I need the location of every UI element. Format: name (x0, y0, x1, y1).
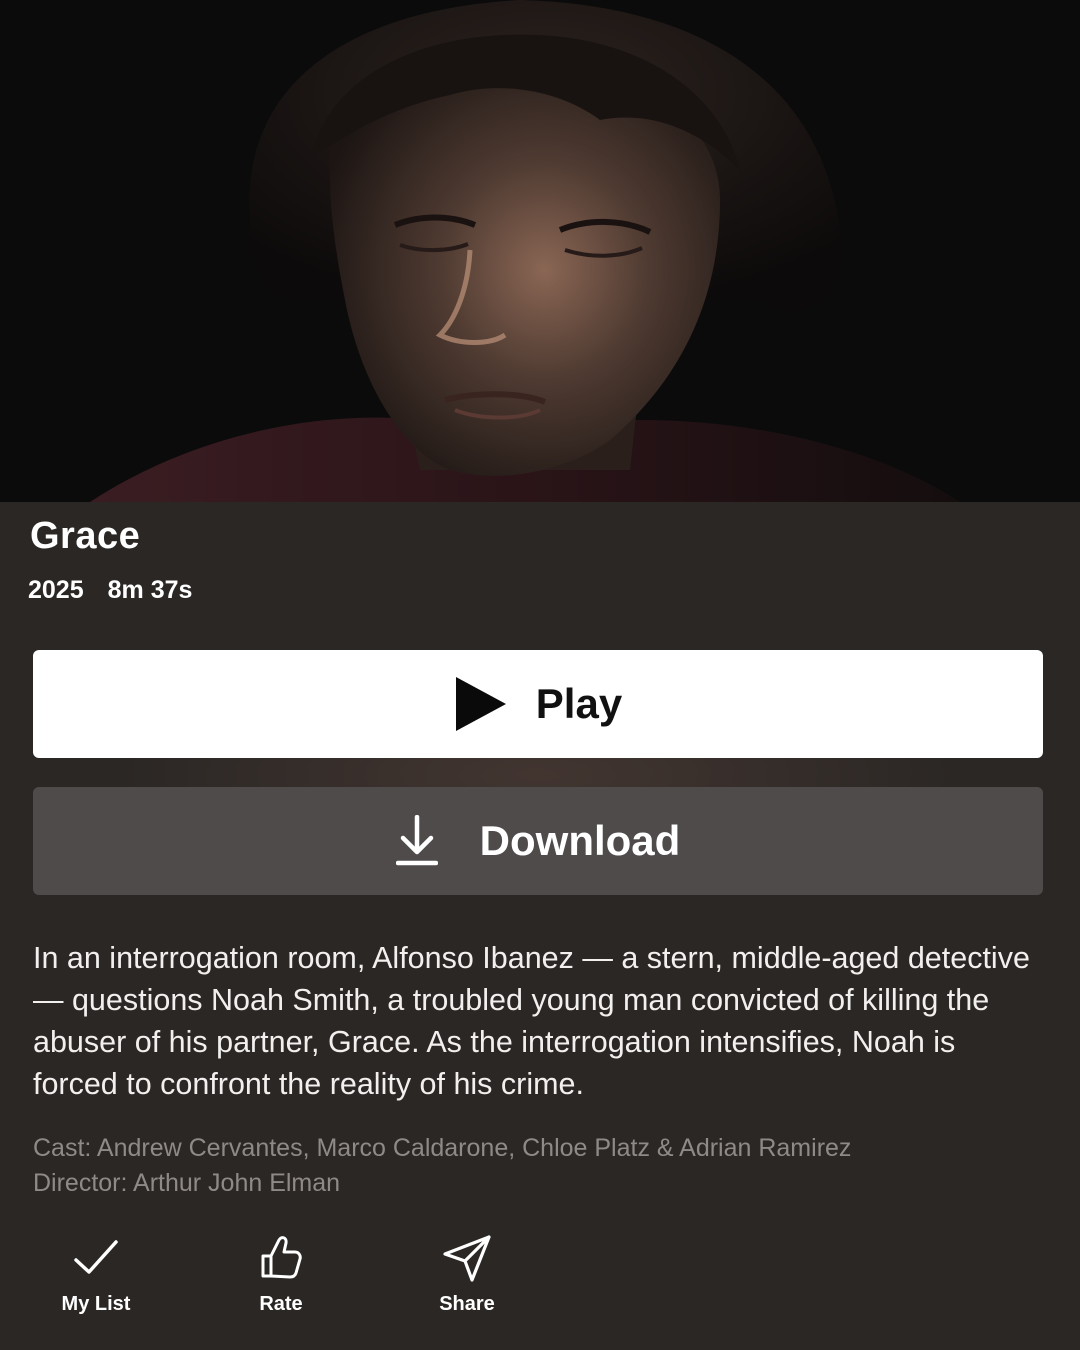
download-button[interactable]: Download (33, 787, 1043, 895)
play-button-label: Play (535, 680, 623, 727)
thumbs-up-icon (261, 1236, 302, 1279)
release-year: 2025 (28, 576, 84, 604)
download-button-label: Download (479, 817, 681, 864)
play-icon (455, 677, 506, 731)
my-list-label: My List (61, 1293, 131, 1315)
rate-label: Rate (259, 1293, 303, 1315)
director-line: Director: Arthur John Elman (33, 1169, 341, 1197)
play-button[interactable]: Play (33, 650, 1043, 758)
share-button[interactable]: Share (402, 1232, 532, 1316)
my-list-button[interactable]: My List (31, 1232, 161, 1316)
cast-line: Cast: Andrew Cervantes, Marco Caldarone,… (33, 1134, 852, 1162)
title-meta: 2025 8m 37s (28, 576, 192, 605)
rate-button[interactable]: Rate (216, 1232, 346, 1316)
hero-portrait (0, 0, 1080, 502)
hero-image (0, 0, 1080, 502)
download-icon (395, 815, 438, 866)
send-icon (443, 1235, 491, 1282)
synopsis: In an interrogation room, Alfonso Ibanez… (33, 941, 1030, 1101)
page-title: Grace (30, 515, 141, 557)
check-icon (74, 1240, 118, 1274)
runtime: 8m 37s (107, 576, 193, 604)
title-detail-page: Grace 2025 8m 37s Play Download In an in… (0, 0, 1080, 1350)
credits: Cast: Andrew Cervantes, Marco Caldarone,… (33, 1131, 1043, 1201)
share-label: Share (439, 1293, 495, 1315)
